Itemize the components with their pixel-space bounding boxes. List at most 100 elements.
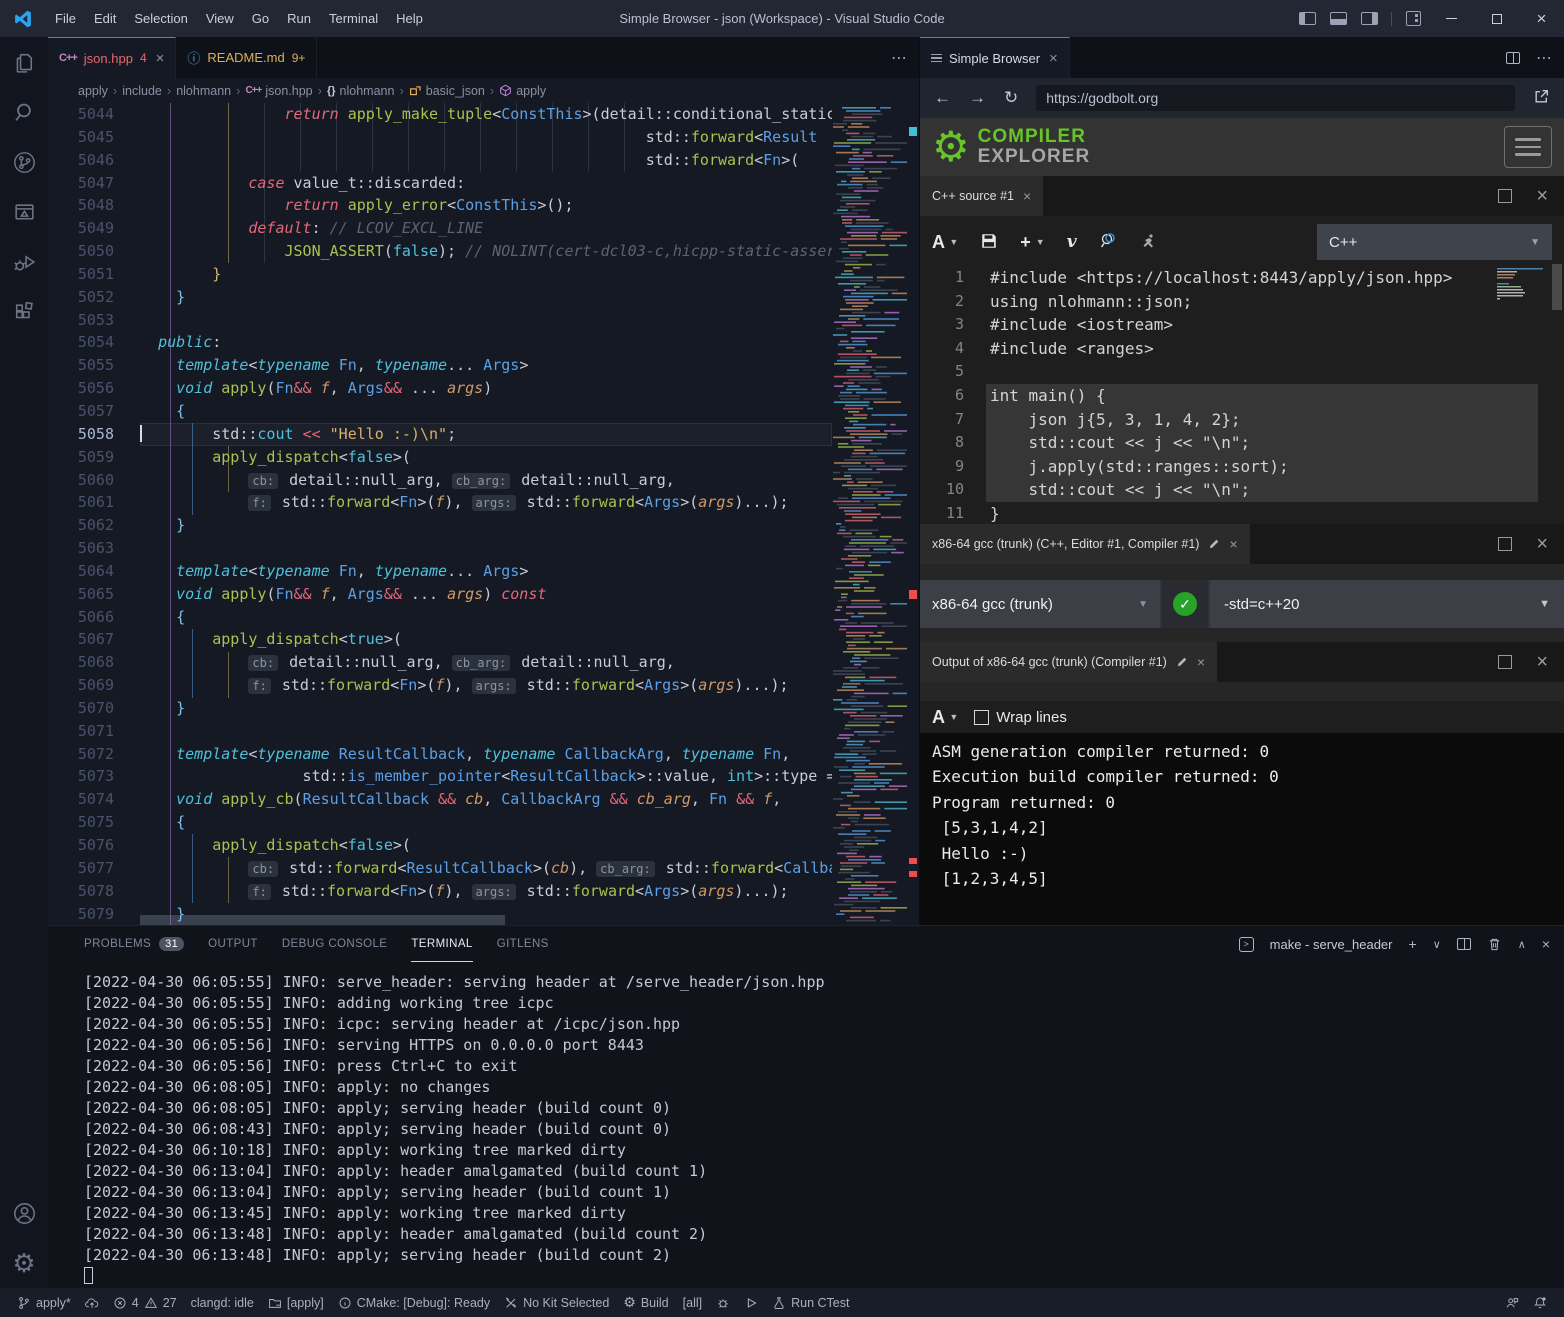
compiler-select[interactable]: x86-64 gcc (trunk)▼ xyxy=(920,580,1160,628)
minimize-button[interactable] xyxy=(1429,0,1474,37)
files-icon[interactable] xyxy=(0,37,48,87)
maximize-pane-icon[interactable] xyxy=(1498,189,1512,203)
close-icon[interactable]: × xyxy=(1023,188,1031,204)
tab-readme-md[interactable]: ⓘ README.md 9+ xyxy=(176,37,317,78)
breadcrumb[interactable]: apply›include›nlohmann›C++json.hpp›{}nlo… xyxy=(48,78,919,103)
close-icon[interactable]: × xyxy=(156,50,165,67)
toggle-panel-icon[interactable] xyxy=(1330,12,1347,25)
minimap[interactable] xyxy=(831,103,907,925)
edit-icon[interactable] xyxy=(1208,538,1220,550)
edit-icon[interactable] xyxy=(1176,656,1188,668)
ce-scrollbar[interactable] xyxy=(1551,262,1564,524)
panel-tab-output[interactable]: OUTPUT xyxy=(208,926,258,962)
close-panel-icon[interactable]: × xyxy=(1542,936,1550,952)
breadcrumb-item[interactable]: {}nlohmann xyxy=(327,84,394,98)
terminal-dropdown-icon[interactable]: ∨ xyxy=(1433,938,1441,951)
menu-go[interactable]: Go xyxy=(243,0,278,37)
split-terminal-icon[interactable] xyxy=(1457,938,1471,950)
close-pane-icon[interactable]: × xyxy=(1536,186,1548,206)
run-debug-icon[interactable] xyxy=(0,237,48,287)
status-item-build[interactable]: ⚙Build xyxy=(616,1288,675,1317)
close-window-button[interactable]: × xyxy=(1519,0,1564,37)
wrap-lines-checkbox[interactable] xyxy=(974,710,989,725)
menu-selection[interactable]: Selection xyxy=(125,0,196,37)
ce-source-tab[interactable]: C++ source #1× xyxy=(920,176,1043,216)
cpp-insights-icon[interactable] xyxy=(1099,232,1117,253)
ce-source-editor[interactable]: 1234567891011 #include <https://localhos… xyxy=(920,262,1564,524)
menu-run[interactable]: Run xyxy=(278,0,320,37)
status-item[interactable] xyxy=(1526,1288,1554,1317)
breadcrumb-item[interactable]: include xyxy=(122,84,162,98)
status-item-cmake-debug-ready[interactable]: CMake: [Debug]: Ready xyxy=(331,1288,497,1317)
font-size-icon[interactable]: A ▼ xyxy=(932,707,958,728)
status-item[interactable] xyxy=(737,1288,765,1317)
cmake-window-icon[interactable] xyxy=(0,187,48,237)
status-item-apply[interactable]: apply* xyxy=(10,1288,78,1317)
breadcrumb-item[interactable]: apply xyxy=(499,84,546,98)
status-item-apply[interactable]: [apply] xyxy=(261,1288,331,1317)
status-item-all[interactable]: [all] xyxy=(676,1288,709,1317)
kill-terminal-icon[interactable] xyxy=(1487,937,1502,952)
search-icon[interactable] xyxy=(0,87,48,137)
settings-gear-icon[interactable]: ⚙ xyxy=(0,1238,48,1288)
tab-simple-browser[interactable]: Simple Browser × xyxy=(920,37,1070,78)
status-item-clangd-idle[interactable]: clangd: idle xyxy=(184,1288,261,1317)
save-icon[interactable] xyxy=(980,232,998,253)
maximize-pane-icon[interactable] xyxy=(1498,655,1512,669)
close-pane-icon[interactable]: × xyxy=(1536,534,1548,554)
close-icon[interactable]: × xyxy=(1197,654,1205,670)
breadcrumb-item[interactable]: nlohmann xyxy=(176,84,231,98)
tab-json-hpp[interactable]: C++ json.hpp 4 × xyxy=(48,37,176,78)
breadcrumb-item[interactable]: C++json.hpp xyxy=(245,84,312,98)
status-item-4[interactable]: 427 xyxy=(106,1288,184,1317)
ce-compiler-tab[interactable]: x86-64 gcc (trunk) (C++, Editor #1, Comp… xyxy=(920,524,1250,564)
panel-tab-gitlens[interactable]: GITLENS xyxy=(497,926,549,962)
customize-layout-icon[interactable] xyxy=(1406,11,1421,26)
font-size-icon[interactable]: A ▼ xyxy=(932,232,958,253)
add-pane-icon[interactable]: + ▼ xyxy=(1020,232,1044,253)
language-select[interactable]: C++▼ xyxy=(1317,224,1552,260)
new-terminal-icon[interactable]: + xyxy=(1409,936,1417,952)
back-icon[interactable]: ← xyxy=(934,88,951,108)
source-control-icon[interactable] xyxy=(0,137,48,187)
close-icon[interactable]: × xyxy=(1049,50,1058,67)
maximize-pane-icon[interactable] xyxy=(1498,537,1512,551)
open-external-icon[interactable] xyxy=(1533,88,1550,108)
menu-terminal[interactable]: Terminal xyxy=(320,0,387,37)
menu-file[interactable]: File xyxy=(46,0,85,37)
panel-tab-debug-console[interactable]: DEBUG CONSOLE xyxy=(282,926,388,962)
close-icon[interactable]: × xyxy=(1229,536,1237,552)
url-input[interactable]: https://godbolt.org xyxy=(1036,85,1515,111)
terminal-output[interactable]: [2022-04-30 06:05:55] INFO: serve_header… xyxy=(48,962,1564,1288)
status-item-no-kit-selected[interactable]: No Kit Selected xyxy=(497,1288,616,1317)
quick-bench-icon[interactable] xyxy=(1139,232,1157,253)
editor-actions-more-icon[interactable]: ⋯ xyxy=(891,48,907,68)
maximize-panel-icon[interactable]: ∧ xyxy=(1518,938,1526,951)
menu-edit[interactable]: Edit xyxy=(85,0,125,37)
breadcrumb-item[interactable]: apply xyxy=(78,84,108,98)
code-editor[interactable]: 5044504550465047504850495050505150525053… xyxy=(48,103,919,925)
split-editor-icon[interactable] xyxy=(1506,52,1520,64)
compiler-options-input[interactable]: -std=c++20▼ xyxy=(1210,580,1564,628)
toggle-sidebar-icon[interactable] xyxy=(1299,12,1316,25)
menu-help[interactable]: Help xyxy=(387,0,432,37)
toggle-secondary-sidebar-icon[interactable] xyxy=(1361,12,1378,25)
status-item-run-ctest[interactable]: Run CTest xyxy=(765,1288,856,1317)
terminal-session-label[interactable]: make - serve_header xyxy=(1270,937,1393,952)
status-item[interactable] xyxy=(78,1288,106,1317)
reload-icon[interactable]: ↻ xyxy=(1004,88,1018,108)
ce-output-tab[interactable]: Output of x86-64 gcc (trunk) (Compiler #… xyxy=(920,642,1217,682)
vim-mode-icon[interactable]: v xyxy=(1067,232,1077,252)
panel-tab-terminal[interactable]: TERMINAL xyxy=(411,926,472,962)
status-item[interactable] xyxy=(709,1288,737,1317)
panel-tab-problems[interactable]: PROBLEMS31 xyxy=(84,926,184,962)
more-actions-icon[interactable]: ⋯ xyxy=(1536,48,1552,68)
close-pane-icon[interactable]: × xyxy=(1536,652,1548,672)
breadcrumb-item[interactable]: basic_json xyxy=(409,84,485,98)
menu-view[interactable]: View xyxy=(197,0,243,37)
extensions-icon[interactable] xyxy=(0,287,48,337)
forward-icon[interactable]: → xyxy=(969,88,986,108)
hamburger-menu-icon[interactable] xyxy=(1504,126,1552,168)
status-item[interactable] xyxy=(1498,1288,1526,1317)
account-icon[interactable] xyxy=(0,1188,48,1238)
